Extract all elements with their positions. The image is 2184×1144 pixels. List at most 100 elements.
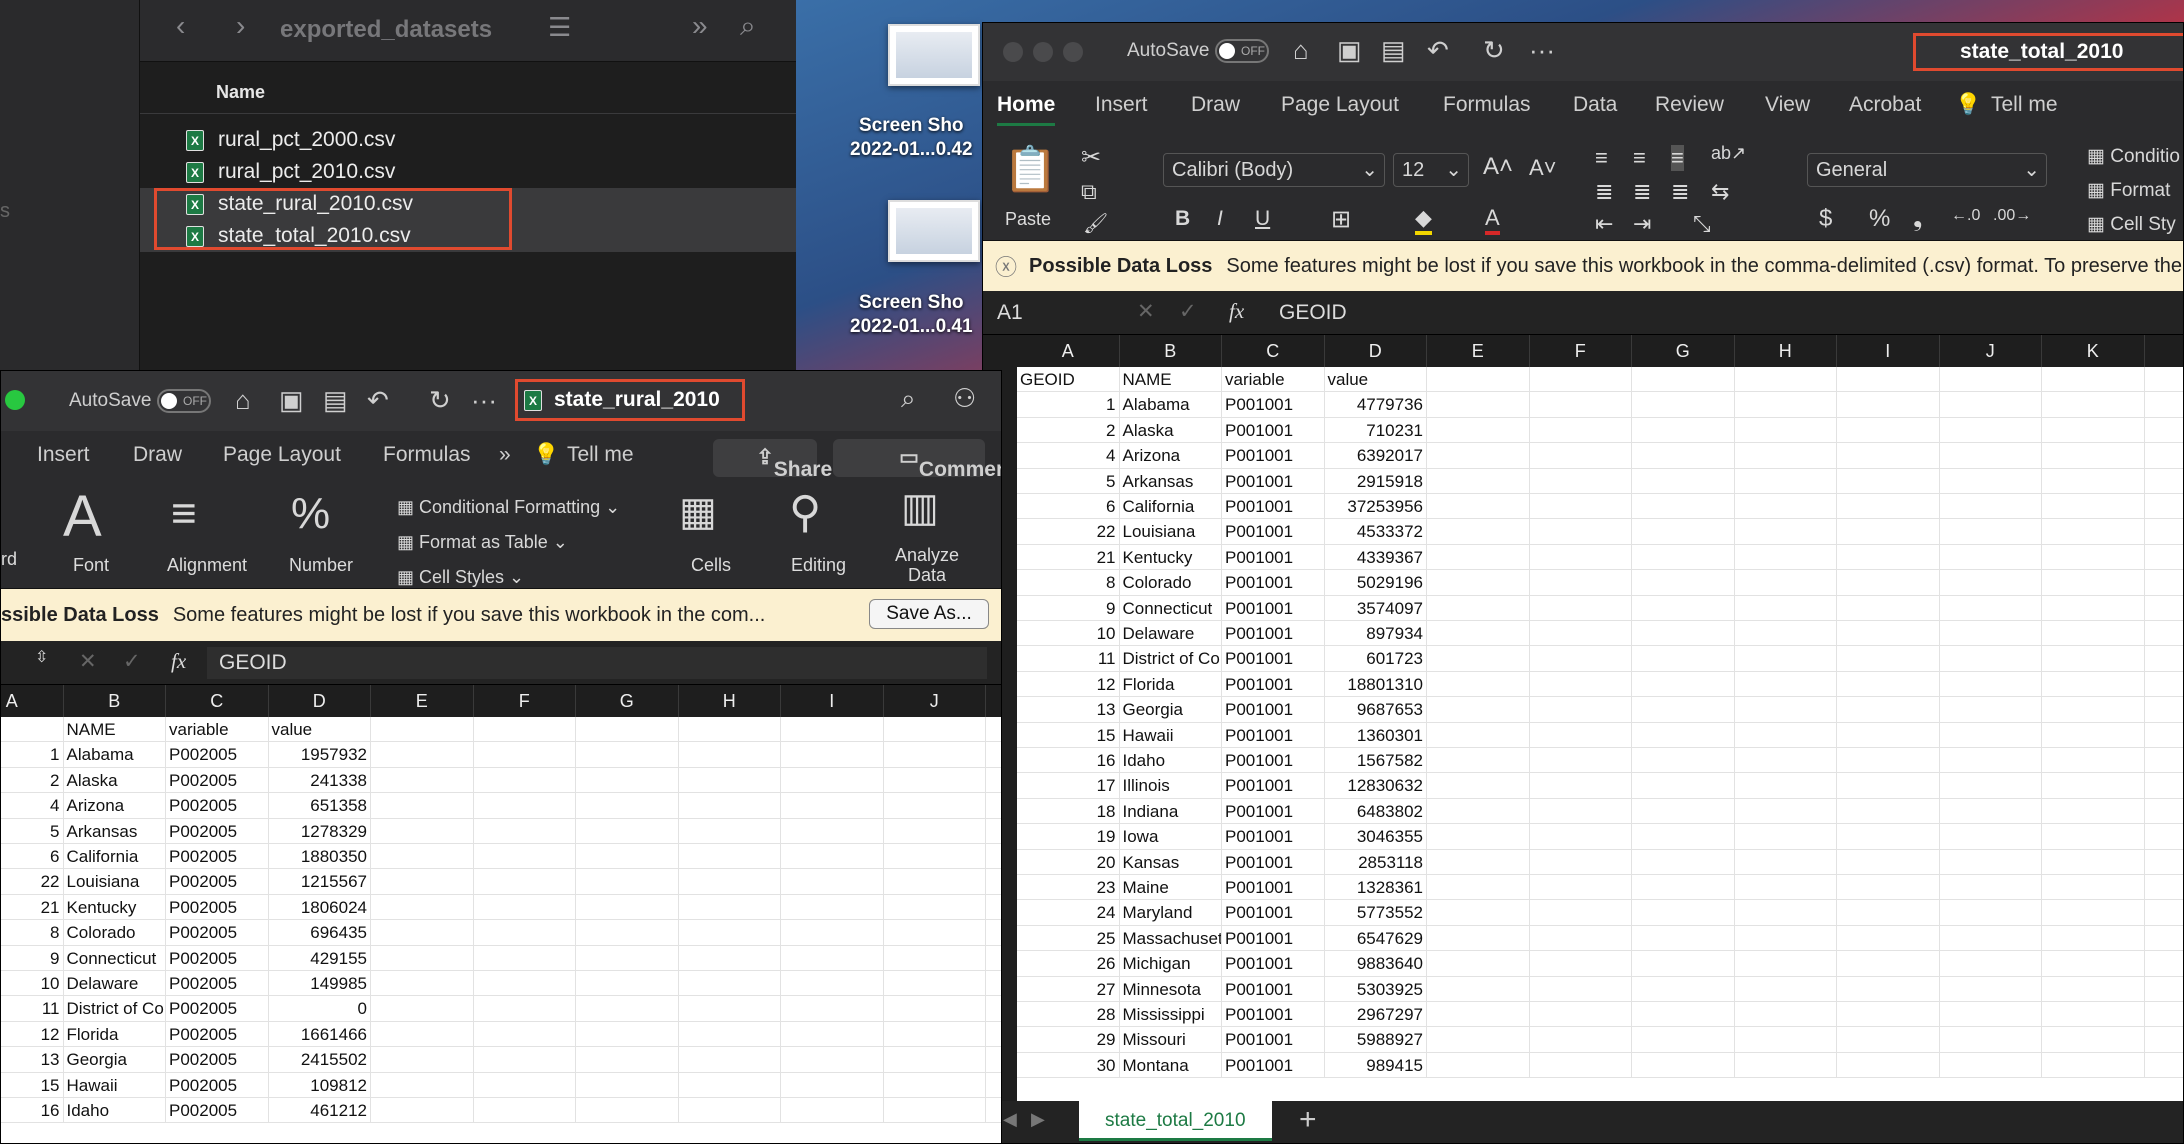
cell[interactable] xyxy=(781,971,884,997)
cell[interactable] xyxy=(371,869,474,895)
cell[interactable] xyxy=(1940,646,2042,672)
cell[interactable] xyxy=(1837,824,1940,850)
cell[interactable] xyxy=(679,767,781,794)
cell[interactable] xyxy=(1837,621,1940,647)
cell[interactable] xyxy=(1940,392,2042,418)
cell[interactable] xyxy=(884,869,986,895)
cell[interactable] xyxy=(1530,722,1632,748)
cell[interactable]: Hawaii xyxy=(1120,722,1222,748)
cell[interactable] xyxy=(1940,443,2042,469)
cell[interactable] xyxy=(474,1047,576,1073)
cell[interactable]: Georgia xyxy=(1120,697,1222,723)
cell[interactable]: 24 xyxy=(1017,900,1120,926)
cell[interactable] xyxy=(474,1021,576,1048)
cell[interactable]: 9687653 xyxy=(1325,697,1427,723)
cell[interactable]: 651358 xyxy=(269,793,371,819)
cell[interactable]: value xyxy=(269,717,371,743)
cell[interactable] xyxy=(371,920,474,946)
cell[interactable]: variable xyxy=(1222,367,1325,393)
cell[interactable]: 5 xyxy=(1,818,64,844)
cell[interactable] xyxy=(1530,875,1632,901)
search-icon[interactable]: ⌕ xyxy=(901,383,916,415)
cell[interactable]: California xyxy=(64,844,166,870)
enter-icon[interactable]: ✓ xyxy=(1179,299,1197,324)
enter-icon[interactable]: ✓ xyxy=(123,649,141,674)
cell[interactable] xyxy=(1735,925,1837,952)
cell[interactable]: Missouri xyxy=(1120,1027,1222,1053)
cell[interactable]: Georgia xyxy=(64,1047,166,1073)
cell[interactable] xyxy=(474,869,576,895)
cell[interactable] xyxy=(1735,697,1837,723)
cell[interactable]: P002005 xyxy=(166,1072,269,1098)
cell[interactable] xyxy=(1735,798,1837,825)
cell[interactable] xyxy=(474,945,576,971)
cell[interactable] xyxy=(884,717,986,743)
cell[interactable] xyxy=(2042,544,2145,571)
share-button[interactable]: ⇪ Share xyxy=(713,439,832,481)
cell[interactable]: 17 xyxy=(1017,773,1120,799)
font-name-select[interactable]: Calibri (Body) ⌄ xyxy=(1163,153,1385,187)
conditional-formatting-button[interactable]: ▦ Conditional Formatting ⌄ xyxy=(397,497,620,518)
cell[interactable]: District of Co xyxy=(64,996,166,1022)
cell[interactable]: 12830632 xyxy=(1325,773,1427,799)
function-icon[interactable]: fx xyxy=(171,649,186,674)
orientation-icon[interactable]: ab↗ xyxy=(1711,143,1746,164)
cell[interactable] xyxy=(576,1098,679,1124)
cell[interactable] xyxy=(1530,392,1632,418)
save-as-icon[interactable]: ▤ xyxy=(1381,35,1406,66)
cell[interactable] xyxy=(1735,1052,1837,1079)
cell[interactable] xyxy=(884,1072,986,1098)
cell[interactable]: P001001 xyxy=(1222,722,1325,748)
increase-indent-icon[interactable]: ⇥ xyxy=(1633,211,1651,237)
cell[interactable] xyxy=(1735,468,1837,494)
increase-decimal-icon[interactable]: ←.0 xyxy=(1951,207,1980,225)
cell[interactable] xyxy=(781,1021,884,1048)
cell[interactable] xyxy=(1427,849,1530,875)
tab-formulas[interactable]: Formulas xyxy=(1443,93,1531,117)
cell-area[interactable]: DNAMEvariablevalue1AlabamaP0020051957932… xyxy=(1,717,1001,1143)
cell[interactable]: P001001 xyxy=(1222,570,1325,596)
cell[interactable]: Louisiana xyxy=(1120,519,1222,545)
cell[interactable]: 897934 xyxy=(1325,621,1427,647)
cell[interactable]: 10 xyxy=(1,971,64,997)
column-header-b[interactable]: B xyxy=(64,685,166,717)
cell[interactable] xyxy=(1940,1027,2042,1053)
cell[interactable]: 2 xyxy=(1,767,64,794)
font-color-icon[interactable]: A xyxy=(1485,205,1500,235)
cell[interactable] xyxy=(1427,392,1530,418)
cell[interactable]: Connecticut xyxy=(64,945,166,971)
cell[interactable] xyxy=(1530,900,1632,926)
cell[interactable] xyxy=(781,844,884,870)
cell[interactable]: California xyxy=(1120,494,1222,520)
cell[interactable]: P002005 xyxy=(166,945,269,971)
font-size-select[interactable]: 12 ⌄ xyxy=(1393,153,1469,187)
cell[interactable] xyxy=(1940,951,2042,977)
cell[interactable] xyxy=(1530,595,1632,621)
cell[interactable] xyxy=(1837,443,1940,469)
cell[interactable] xyxy=(2042,443,2145,469)
cell-styles-button[interactable]: ▦ Cell Sty xyxy=(2087,213,2176,236)
cell[interactable] xyxy=(1735,570,1837,596)
cell[interactable]: Kentucky xyxy=(64,894,166,921)
cell[interactable]: P002005 xyxy=(166,1047,269,1073)
cell[interactable] xyxy=(1735,367,1837,393)
cell[interactable]: Arkansas xyxy=(64,818,166,844)
cell[interactable] xyxy=(781,793,884,819)
cell[interactable]: Delaware xyxy=(1120,621,1222,647)
cell[interactable] xyxy=(2042,697,2145,723)
cell[interactable] xyxy=(679,996,781,1022)
cell[interactable] xyxy=(576,869,679,895)
cell[interactable] xyxy=(1940,976,2042,1002)
cell[interactable]: Massachuset xyxy=(1120,925,1222,952)
cell[interactable] xyxy=(1940,671,2042,698)
cell[interactable]: 2 xyxy=(1017,417,1120,444)
cell[interactable] xyxy=(1632,367,1735,393)
cell[interactable] xyxy=(1735,748,1837,774)
column-header-c[interactable]: C xyxy=(1222,335,1325,367)
formula-input[interactable]: GEOID xyxy=(207,647,987,679)
cell[interactable]: 0 xyxy=(269,996,371,1022)
column-header-d[interactable]: D xyxy=(269,685,371,717)
cell[interactable]: 4 xyxy=(1,793,64,819)
cell[interactable]: 22 xyxy=(1,869,64,895)
cell[interactable] xyxy=(1530,748,1632,774)
